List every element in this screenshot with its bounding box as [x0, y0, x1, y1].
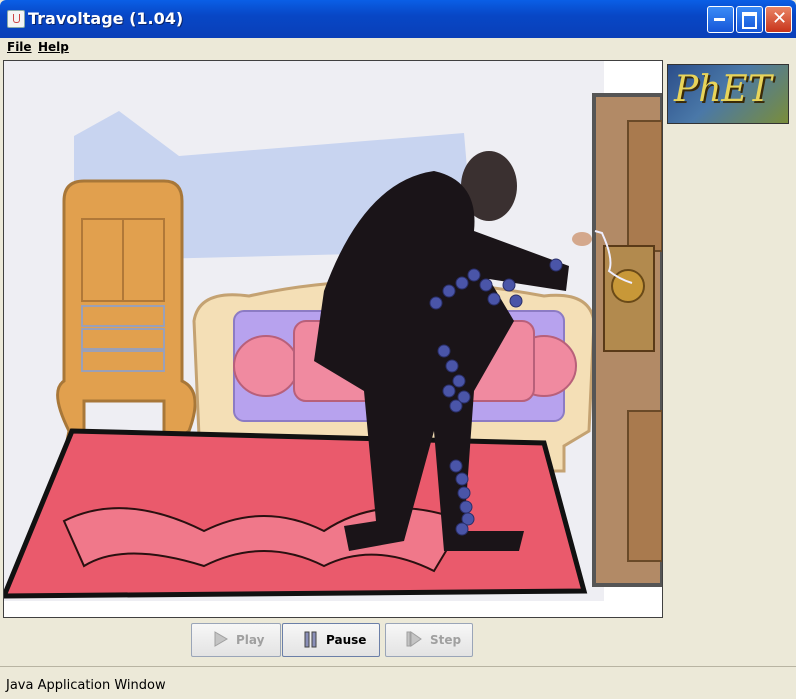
close-button[interactable]: ✕ [765, 6, 792, 33]
title-bar: Travoltage (1.04) ✕ [0, 0, 796, 38]
step-button[interactable]: Step [385, 623, 473, 657]
java-icon [7, 10, 25, 28]
menu-file[interactable]: File [7, 40, 32, 54]
minimize-button[interactable] [707, 6, 734, 33]
door [592, 93, 662, 587]
window-title: Travoltage (1.04) [28, 9, 184, 28]
menu-help[interactable]: Help [38, 40, 69, 54]
menu-bar: File Help [0, 38, 796, 58]
phet-logo-text: PhET [674, 69, 772, 110]
step-label: Step [430, 633, 462, 647]
phet-logo: PhET [667, 64, 789, 124]
minimize-icon [714, 18, 725, 21]
maximize-icon [742, 12, 757, 29]
pause-label: Pause [326, 633, 367, 647]
simulation-canvas[interactable] [3, 60, 663, 618]
step-icon [406, 631, 422, 647]
play-button[interactable]: Play [191, 623, 281, 657]
close-icon: ✕ [772, 8, 788, 29]
maximize-button[interactable] [736, 6, 763, 33]
rug [4, 428, 588, 599]
pause-button[interactable]: Pause [282, 623, 380, 657]
play-icon [214, 631, 228, 647]
status-bar: Java Application Window [0, 666, 796, 699]
play-label: Play [236, 633, 265, 647]
status-text: Java Application Window [6, 678, 166, 693]
room-scene [4, 61, 662, 617]
pause-icon [304, 631, 317, 648]
